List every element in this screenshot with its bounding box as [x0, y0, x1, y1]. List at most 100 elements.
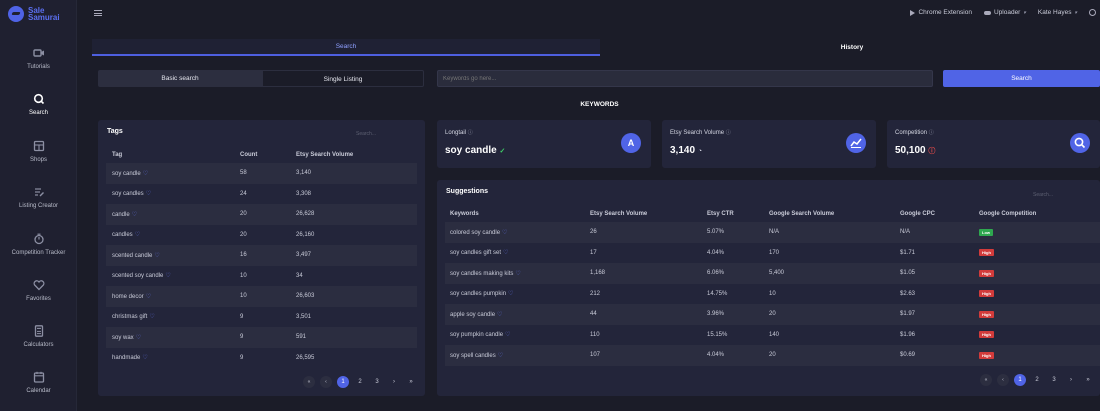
google-volume-cell: 140 — [764, 324, 895, 345]
heart-icon[interactable]: ♡ — [146, 294, 151, 300]
tag-text[interactable]: soy wax — [112, 335, 134, 341]
next-page-button[interactable]: › — [388, 376, 400, 388]
heart-icon[interactable]: ♡ — [143, 171, 148, 177]
heart-icon[interactable]: ♡ — [508, 291, 513, 297]
tab-history[interactable]: History — [604, 39, 1100, 56]
heart-icon[interactable]: ♡ — [146, 191, 151, 197]
google-volume-cell: N/A — [764, 222, 895, 243]
column-header-volume[interactable]: Etsy Search Volume — [290, 147, 417, 163]
keyword-text[interactable]: colored soy candle — [450, 230, 500, 236]
sidebar-item-label: Calendar — [26, 388, 51, 394]
tag-text[interactable]: scented candle — [112, 253, 152, 259]
heart-icon[interactable]: ♡ — [165, 273, 170, 279]
heart-icon[interactable]: ♡ — [154, 253, 159, 259]
keyword-text[interactable]: soy spell candles — [450, 353, 496, 359]
tag-text[interactable]: christmas gift — [112, 314, 147, 320]
google-volume-cell: 170 — [764, 242, 895, 263]
sidebar-item-listing-creator[interactable]: Listing Creator — [0, 186, 77, 209]
prev-page-button[interactable]: ‹ — [320, 376, 332, 388]
search-volume-card: Etsy Search Volume ⓘ 3,140 ◔ — [662, 120, 876, 168]
heart-icon[interactable]: ♡ — [498, 353, 503, 359]
page-3-button[interactable]: 3 — [371, 376, 383, 388]
sidebar-item-label: Favorites — [26, 296, 51, 302]
heart-icon[interactable]: ♡ — [149, 314, 154, 320]
tag-text[interactable]: handmade — [112, 355, 140, 361]
settings-button[interactable] — [1089, 9, 1096, 16]
heart-icon[interactable]: ♡ — [505, 332, 510, 338]
tag-text[interactable]: home decor — [112, 294, 144, 300]
sidebar-item-favorites[interactable]: Favorites — [0, 279, 77, 302]
google-cpc-cell: $1.97 — [895, 304, 974, 325]
logo[interactable]: Sale Samurai — [8, 6, 60, 22]
column-header-tag[interactable]: Tag — [106, 147, 234, 163]
info-icon[interactable]: ⓘ — [468, 130, 473, 136]
sidebar-item-search[interactable]: Search — [0, 93, 77, 116]
basic-search-toggle[interactable]: Basic search — [98, 70, 262, 87]
page-1-button[interactable]: 1 — [337, 376, 349, 388]
heart-icon[interactable]: ♡ — [142, 355, 147, 361]
keyword-text[interactable]: soy candles pumpkin — [450, 291, 506, 297]
page-2-button[interactable]: 2 — [1031, 374, 1043, 386]
next-page-button[interactable]: › — [1065, 374, 1077, 386]
prev-page-button[interactable]: ‹ — [997, 374, 1009, 386]
tag-text[interactable]: candles — [112, 232, 133, 238]
google-competition-cell: High — [974, 345, 1100, 366]
search-button[interactable]: Search — [943, 70, 1100, 87]
info-icon[interactable]: ⓘ — [929, 130, 934, 136]
google-cpc-cell: N/A — [895, 222, 974, 243]
sidebar-item-label: Competition Tracker — [11, 250, 66, 256]
keyword-search-input[interactable] — [437, 70, 933, 87]
heart-icon[interactable]: ♡ — [515, 271, 520, 277]
column-header-etsy-ctr[interactable]: Etsy CTR — [702, 206, 764, 222]
etsy-volume-cell: 44 — [585, 304, 702, 325]
suggestions-search-input[interactable]: Search... — [1033, 192, 1053, 198]
heart-icon[interactable]: ♡ — [497, 312, 502, 318]
tags-search-input[interactable]: Search... — [356, 131, 376, 137]
heart-icon[interactable]: ♡ — [132, 212, 137, 218]
chrome-extension-link[interactable]: Chrome Extension — [910, 9, 972, 16]
last-page-button[interactable]: » — [405, 376, 417, 388]
user-menu[interactable]: Kate Hayes ▾ — [1038, 9, 1077, 16]
page-1-button[interactable]: 1 — [1014, 374, 1026, 386]
column-header-google-cpc[interactable]: Google CPC — [895, 206, 974, 222]
sidebar-item-calculators[interactable]: Calculators — [0, 325, 77, 348]
sidebar-item-calendar[interactable]: Calendar — [0, 371, 77, 394]
column-header-count[interactable]: Count — [234, 147, 290, 163]
sidebar-item-shops[interactable]: Shops — [0, 140, 77, 163]
first-page-button[interactable]: « — [303, 376, 315, 388]
first-page-button[interactable]: « — [980, 374, 992, 386]
keyword-text[interactable]: soy pumpkin candle — [450, 332, 503, 338]
column-header-etsy-volume[interactable]: Etsy Search Volume — [585, 206, 702, 222]
heart-icon[interactable]: ♡ — [136, 335, 141, 341]
heart-icon[interactable]: ♡ — [503, 250, 508, 256]
search-volume-label: Etsy Search Volume — [670, 130, 725, 136]
page-3-button[interactable]: 3 — [1048, 374, 1060, 386]
sidebar-item-tutorials[interactable]: Tutorials — [0, 47, 77, 70]
menu-icon[interactable] — [94, 10, 102, 16]
tag-text[interactable]: soy candle — [112, 171, 141, 177]
single-listing-toggle[interactable]: Single Listing — [262, 70, 424, 87]
etsy-ctr-cell: 15.15% — [702, 324, 764, 345]
last-page-button[interactable]: » — [1082, 374, 1094, 386]
google-cpc-cell: $0.69 — [895, 345, 974, 366]
tab-search[interactable]: Search — [92, 39, 600, 56]
page-2-button[interactable]: 2 — [354, 376, 366, 388]
tag-text[interactable]: soy candles — [112, 191, 144, 197]
suggestions-pagination: « ‹ 1 2 3 › » — [980, 374, 1094, 386]
heart-icon[interactable]: ♡ — [502, 230, 507, 236]
heart-icon[interactable]: ♡ — [135, 232, 140, 238]
sidebar-item-competition-tracker[interactable]: Competition Tracker — [0, 233, 77, 256]
keyword-text[interactable]: soy candles making kits — [450, 271, 513, 277]
column-header-keywords[interactable]: Keywords — [445, 206, 585, 222]
tag-text[interactable]: scented soy candle — [112, 273, 163, 279]
keyword-cell: soy candles pumpkin ♡ — [445, 283, 585, 304]
count-cell: 24 — [234, 183, 290, 204]
info-icon[interactable]: ⓘ — [726, 130, 731, 136]
column-header-google-competition[interactable]: Google Competition — [974, 206, 1100, 222]
keyword-text[interactable]: soy candles gift set — [450, 250, 501, 256]
keyword-text[interactable]: apple soy candle — [450, 312, 495, 318]
google-cpc-cell: $2.63 — [895, 283, 974, 304]
column-header-google-volume[interactable]: Google Search Volume — [764, 206, 895, 222]
uploader-menu[interactable]: Uploader ▾ — [983, 9, 1026, 16]
tag-text[interactable]: candle — [112, 212, 130, 218]
